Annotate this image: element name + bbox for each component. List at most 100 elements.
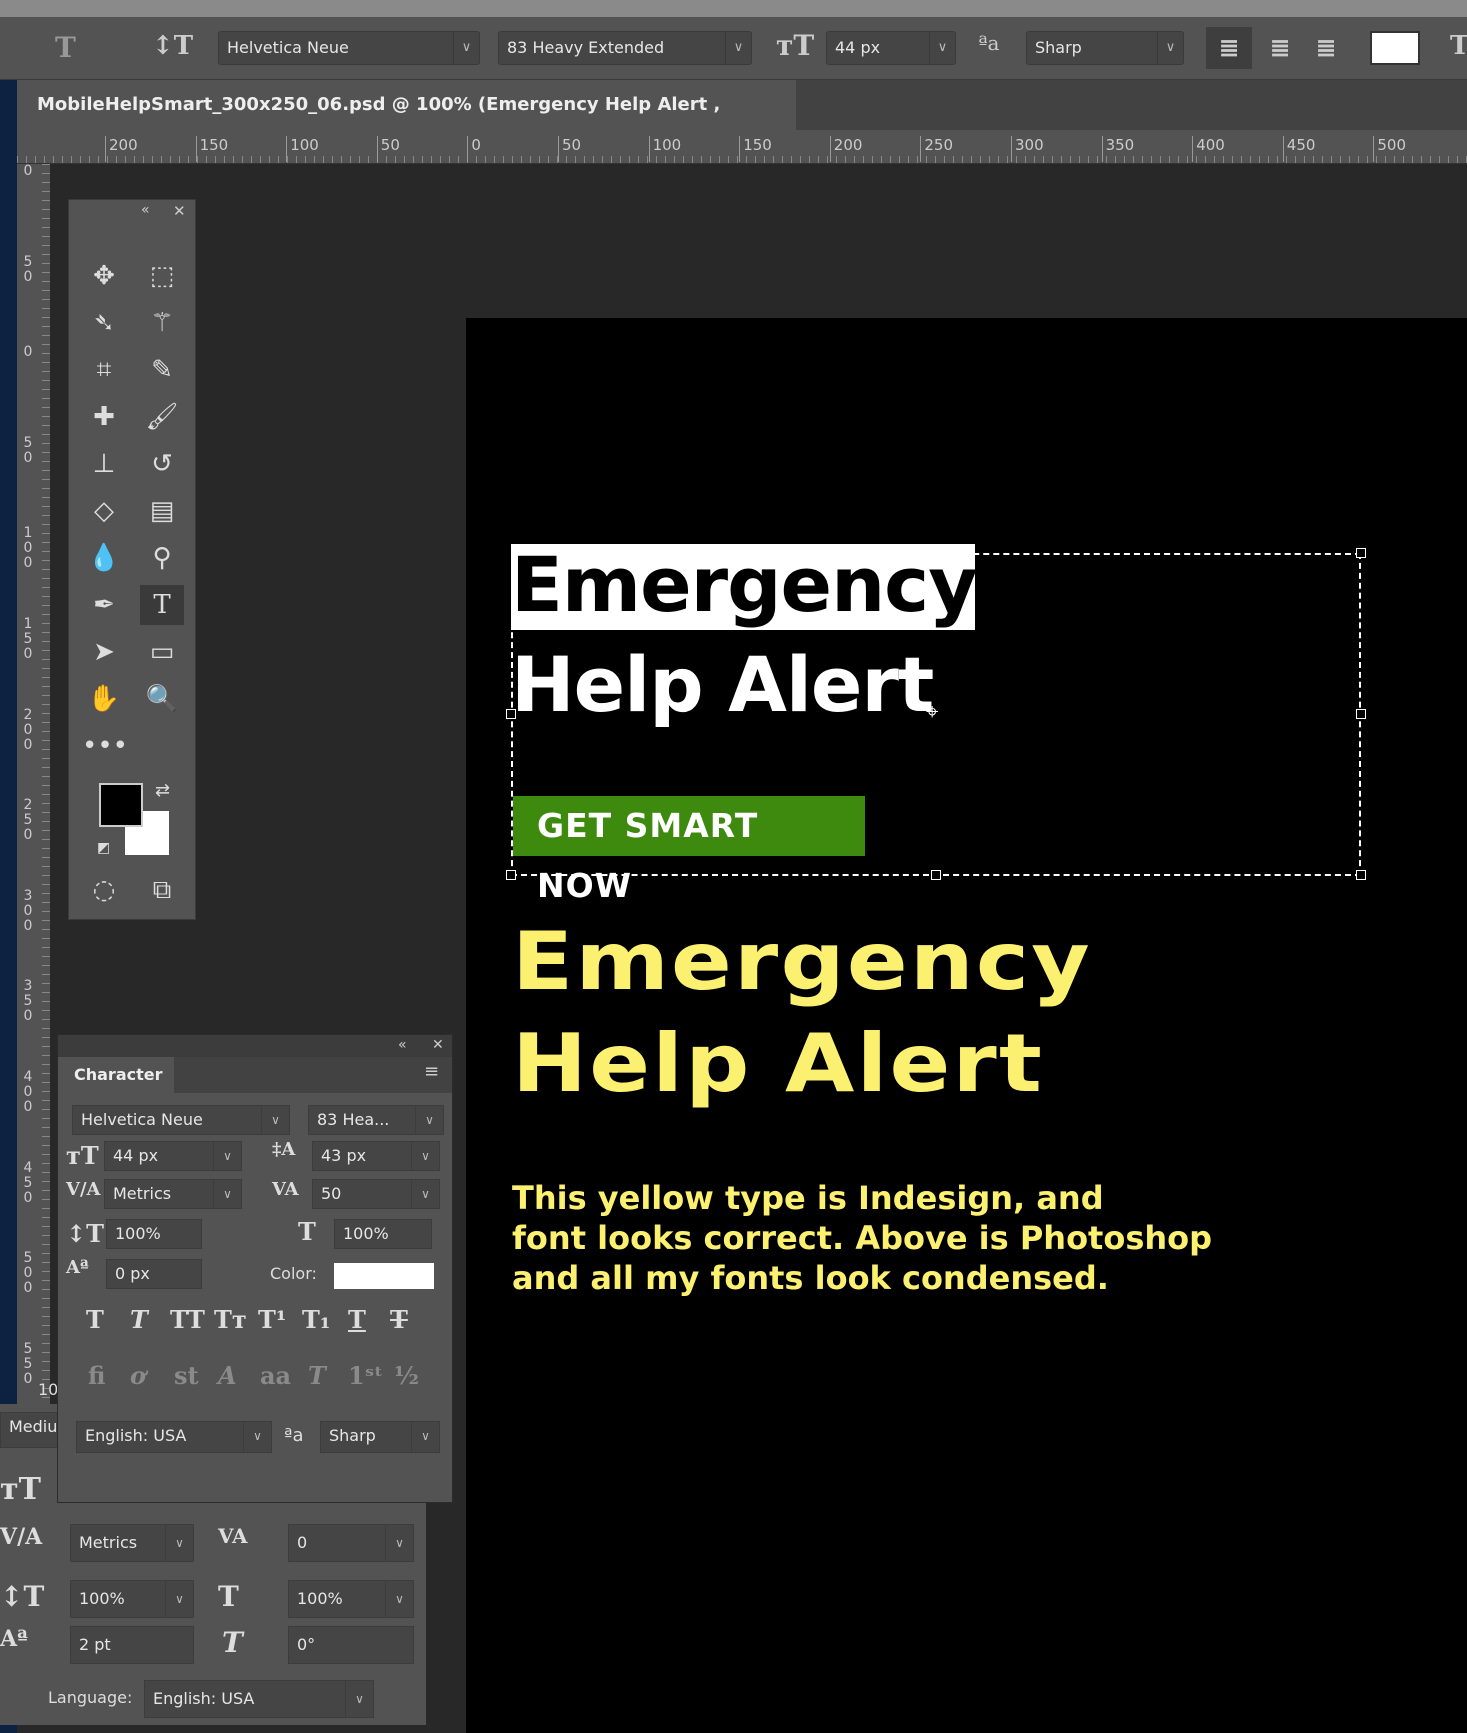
lasso-tool-icon[interactable]: ➴ [82,303,126,343]
transform-handle[interactable] [506,870,516,880]
tab-character[interactable]: Character [58,1057,174,1093]
baseline-shift-field[interactable]: 2 pt [70,1626,194,1664]
tracking-select[interactable]: 50 ∨ [312,1179,440,1209]
ruler-tick-label: 50 [558,136,581,162]
baseline-shift-icon: Aª [66,1257,89,1278]
transform-handle[interactable] [1356,870,1366,880]
align-right-icon[interactable]: ≣ [1308,27,1344,69]
pen-tool-icon[interactable]: ✒ [82,585,126,625]
horizontal-scale-select[interactable]: 100% ∨ [288,1580,414,1618]
dodge-tool-icon[interactable]: ⚲ [140,538,184,578]
quick-mask-icon[interactable]: ◌ [82,870,126,910]
leading-select[interactable]: 43 px ∨ [312,1141,440,1171]
marquee-tool-icon[interactable]: ⬚ [140,256,184,296]
leading-value: 43 px [321,1146,367,1165]
document-tab[interactable]: MobileHelpSmart_300x250_06.psd @ 100% (E… [17,80,796,165]
small-caps-icon[interactable]: Tᴛ [214,1305,247,1334]
ligatures-icon[interactable]: ﬁ [88,1361,105,1390]
magic-wand-icon[interactable]: ⚚ [140,303,184,343]
align-center-icon[interactable]: ≣ [1262,27,1298,69]
language-select[interactable]: English: USA ∨ [76,1421,272,1453]
language-select[interactable]: English: USA ∨ [144,1680,374,1718]
transform-handle[interactable] [1356,709,1366,719]
transform-handle[interactable] [506,709,516,719]
swap-colors-icon[interactable]: ⇄ [155,780,170,801]
font-style-select[interactable]: 83 Heavy Extended ∨ [498,31,752,65]
more-tools-icon[interactable]: ••• [82,726,128,766]
font-style-field[interactable]: Mediu [0,1412,60,1448]
all-caps-icon[interactable]: TT [170,1305,205,1334]
type-tool-preset-icon[interactable]: T [55,31,76,64]
transform-handle[interactable] [1356,548,1366,558]
ruler-tick-label: 100 [648,136,681,162]
type-tool-icon[interactable]: T [140,585,184,625]
vertical-scale-icon: ↕T [66,1219,104,1248]
ordinals-icon[interactable]: 1ˢᵗ [348,1361,383,1390]
color-swatch[interactable] [334,1263,434,1289]
vertical-scale-select[interactable]: 100% ∨ [70,1580,194,1618]
font-size-select[interactable]: 44 px ∨ [826,31,956,65]
history-brush-icon[interactable]: ↺ [140,444,184,484]
panel-header[interactable] [58,1035,452,1057]
close-icon[interactable]: ✕ [173,202,186,220]
skew-field[interactable]: 0° [288,1626,414,1664]
font-family-select[interactable]: Helvetica Neue ∨ [72,1105,290,1135]
collapse-icon[interactable]: « [398,1037,407,1053]
subscript-icon[interactable]: T₁ [302,1305,330,1334]
historical-ligatures-icon[interactable]: st [174,1361,199,1390]
faux-bold-icon[interactable]: T [86,1305,104,1334]
discretionary-ligatures-icon[interactable]: ơ [130,1361,146,1390]
ruler-tick-label: 50 [376,136,400,162]
horizontal-scale-field[interactable]: 100% [334,1219,432,1249]
horizontal-ruler[interactable]: 200 150 100 50 0 50 100 150 200 250 300 350 400 450 50… [17,130,1467,164]
kerning-select[interactable]: Metrics ∨ [104,1179,242,1209]
vertical-ruler[interactable]: 0 50 0 50 100 150 200 250 300 350 400 450 500 550 [17,164,50,1404]
panel-menu-icon[interactable]: ≡ [424,1061,439,1082]
hand-tool-icon[interactable]: ✋ [82,679,126,719]
underline-icon[interactable]: T [348,1305,366,1334]
eyedropper-icon[interactable]: ✎ [140,350,184,390]
default-colors-icon[interactable]: ◩ [97,840,110,856]
reference-point-icon[interactable]: ⌖ [926,700,938,725]
ruler-tick-label: 250 [23,797,33,844]
font-style-select[interactable]: 83 Hea... ∨ [308,1105,444,1135]
swash-icon[interactable]: A [218,1361,237,1390]
align-left-icon[interactable]: ≣ [1206,27,1252,69]
rectangle-tool-icon[interactable]: ▭ [140,632,184,672]
superscript-icon[interactable]: T¹ [258,1305,286,1334]
blur-tool-icon[interactable]: 💧 [82,538,126,578]
gradient-tool-icon[interactable]: ▤ [140,491,184,531]
strikethrough-icon[interactable]: T [390,1305,408,1334]
close-icon[interactable]: ✕ [432,1037,444,1053]
titling-alternates-icon[interactable]: T [308,1361,326,1390]
text-orientation-icon[interactable]: ↕T [152,31,193,61]
font-size-select[interactable]: 44 px ∨ [104,1141,242,1171]
path-selection-icon[interactable]: ➤ [82,632,126,672]
move-tool-icon[interactable]: ✥ [82,256,126,296]
baseline-shift-field[interactable]: 0 px [106,1259,202,1289]
collapse-icon[interactable]: « [141,202,150,218]
foreground-color-swatch[interactable] [99,783,143,827]
zoom-tool-icon[interactable]: 🔍 [140,679,184,719]
antialias-select[interactable]: Sharp ∨ [1026,31,1184,65]
text-color-swatch[interactable] [1370,31,1420,65]
leading-icon: ‡A [272,1139,296,1160]
fractions-icon[interactable]: ½ [394,1361,419,1390]
transform-handle[interactable] [931,870,941,880]
crop-tool-icon[interactable]: ⌗ [82,350,126,390]
tracking-select[interactable]: 0 ∨ [288,1524,414,1562]
vertical-scale-field[interactable]: 100% [106,1219,202,1249]
faux-italic-icon[interactable]: T [130,1305,148,1334]
healing-brush-icon[interactable]: ✚ [82,397,126,437]
antialias-select[interactable]: Sharp ∨ [320,1421,440,1453]
stamp-tool-icon[interactable]: ⊥ [82,444,126,484]
brush-tool-icon[interactable]: 🖌 [140,397,184,437]
screen-mode-icon[interactable]: ⧉ [140,870,184,910]
warp-text-icon[interactable]: T [1450,31,1467,61]
stylistic-alternates-icon[interactable]: aa [260,1361,291,1390]
kerning-select[interactable]: Metrics ∨ [70,1524,194,1562]
font-family-select[interactable]: Helvetica Neue ∨ [218,31,480,65]
ruler-tick-label: 150 [23,616,33,662]
eraser-tool-icon[interactable]: ◇ [82,491,126,531]
chevron-down-icon: ∨ [411,1422,439,1452]
